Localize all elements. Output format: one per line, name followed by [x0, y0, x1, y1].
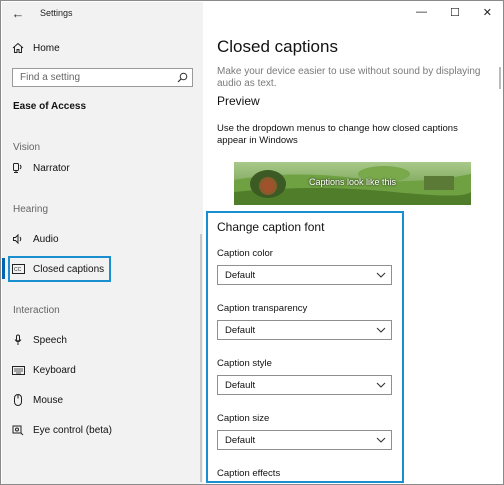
- maximize-button[interactable]: ☐: [450, 6, 460, 19]
- dropdown-value: Default: [225, 269, 256, 281]
- sidebar-item-label: Audio: [33, 233, 59, 245]
- search-placeholder: Find a setting: [20, 72, 81, 83]
- sidebar-item-label: Keyboard: [33, 364, 76, 376]
- sidebar-scrollbar[interactable]: [200, 234, 202, 482]
- home-icon: [10, 42, 26, 54]
- dropdown-value: Default: [225, 434, 256, 446]
- caption-size-dropdown[interactable]: Default: [217, 430, 392, 450]
- caption-size-label: Caption size: [217, 413, 270, 424]
- window-controls: — ☐ ✕: [402, 2, 502, 22]
- sidebar-item-label: Narrator: [33, 162, 70, 174]
- chevron-down-icon: [376, 326, 386, 337]
- dropdown-value: Default: [225, 379, 256, 391]
- caption-sample-text: Captions look like this: [308, 177, 397, 187]
- section-hearing: Hearing: [13, 204, 49, 215]
- sidebar-item-keyboard[interactable]: Keyboard: [2, 358, 203, 382]
- search-input[interactable]: Find a setting: [12, 68, 193, 87]
- settings-window: ← Settings Home Find a setting Ease of A…: [0, 0, 504, 485]
- section-vision: Vision: [13, 142, 41, 153]
- chevron-down-icon: [376, 271, 386, 282]
- back-button[interactable]: ←: [8, 4, 28, 22]
- back-arrow-icon: ←: [11, 5, 25, 21]
- minimize-button[interactable]: —: [416, 6, 427, 18]
- caption-effects-label: Caption effects: [217, 468, 281, 479]
- title-bar: ← Settings: [2, 2, 203, 24]
- chevron-down-icon: [376, 436, 386, 447]
- font-group-title: Change caption font: [217, 220, 325, 234]
- caption-style-label: Caption style: [217, 358, 272, 369]
- chevron-down-icon: [376, 381, 386, 392]
- home-link[interactable]: Home: [2, 36, 203, 60]
- sidebar-item-label: Speech: [33, 334, 67, 346]
- app-title: Settings: [40, 8, 73, 18]
- speaker-icon: [10, 233, 26, 245]
- sidebar-item-speech[interactable]: Speech: [2, 328, 203, 352]
- caption-preview-image: Captions look like this: [234, 162, 471, 205]
- microphone-icon: [10, 334, 26, 346]
- sidebar-item-audio[interactable]: Audio: [2, 227, 203, 251]
- search-icon: [177, 72, 188, 86]
- sidebar-item-narrator[interactable]: Narrator: [2, 156, 203, 180]
- main-scrollbar[interactable]: [499, 67, 501, 89]
- home-label: Home: [33, 42, 60, 54]
- sidebar: ← Settings Home Find a setting Ease of A…: [2, 2, 203, 484]
- caption-style-dropdown[interactable]: Default: [217, 375, 392, 395]
- mouse-icon: [10, 394, 26, 406]
- close-button[interactable]: ✕: [483, 6, 492, 19]
- narrator-icon: [10, 162, 26, 174]
- sidebar-item-label: Eye control (beta): [33, 424, 112, 436]
- page-title: Closed captions: [217, 37, 338, 56]
- keyboard-icon: [10, 365, 26, 375]
- sidebar-item-eye-control[interactable]: Eye control (beta): [2, 418, 203, 442]
- sidebar-item-label: Mouse: [33, 394, 64, 406]
- section-interaction: Interaction: [13, 305, 60, 316]
- closed-captions-highlight: [8, 256, 111, 282]
- sidebar-item-mouse[interactable]: Mouse: [2, 388, 203, 412]
- caption-color-label: Caption color: [217, 248, 273, 259]
- dropdown-value: Default: [225, 324, 256, 336]
- caption-transparency-label: Caption transparency: [217, 303, 308, 314]
- eye-control-icon: [10, 424, 26, 436]
- preview-instructions: Use the dropdown menus to change how clo…: [217, 123, 458, 146]
- page-description: Make your device easier to use without s…: [217, 66, 481, 89]
- caption-color-dropdown[interactable]: Default: [217, 265, 392, 285]
- caption-transparency-dropdown[interactable]: Default: [217, 320, 392, 340]
- category-heading: Ease of Access: [13, 101, 87, 112]
- preview-heading: Preview: [217, 94, 260, 108]
